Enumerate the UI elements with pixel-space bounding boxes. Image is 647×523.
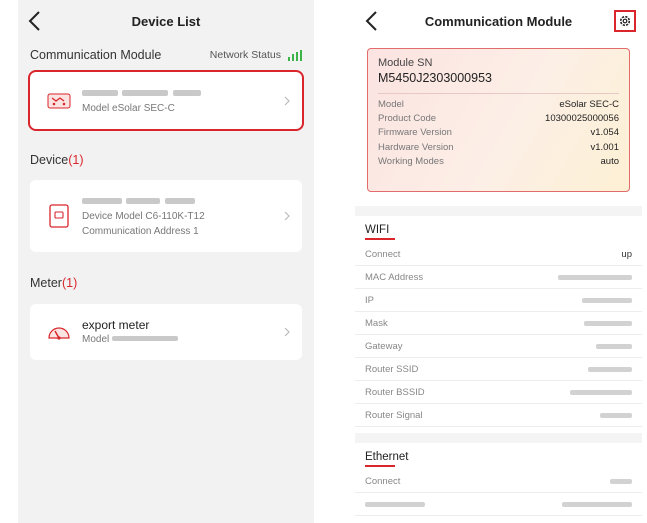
back-arrow-icon[interactable] [26,9,46,33]
comm-module-section-title: Communication Module [30,48,162,62]
module-sn-card: Module SN M5450J2303000953 Model eSolar S… [367,48,630,192]
info-row: Firmware Version v1.054 [378,127,619,139]
chevron-right-icon [284,96,290,105]
settings-button[interactable] [614,10,636,32]
device-section-header: Device(1) [18,149,314,171]
ethernet-row: Connect [355,470,642,493]
ethernet-section-title: Ethernet [355,443,642,467]
meter-model-label: Model [82,333,110,345]
back-arrow-icon[interactable] [363,9,383,33]
comm-module-card[interactable]: Model eSolar SEC-C [28,70,304,131]
network-status-label: Network Status [209,49,281,61]
device-list-screen: Device List Communication Module Network… [18,0,314,523]
device-card[interactable]: Device Model C6-110K-T12 Communication A… [30,180,302,252]
wifi-section-title: WIFI [355,216,642,240]
nav-bar: Device List [18,0,314,42]
wifi-row: Router BSSID [355,381,642,404]
info-row: Working Modes auto [378,155,619,167]
meter-model: Model [82,332,179,347]
inverter-icon [49,204,69,228]
gear-icon [619,15,631,27]
comm-module-icon [47,93,71,108]
comm-module-section-header: Communication Module Network Status [18,44,314,66]
device-model: Device Model C6-110K-T12 [82,210,205,222]
page-title: Device List [131,13,201,29]
device-comm-address: Communication Address 1 [82,225,199,237]
communication-module-screen: Communication Module Module SN M5450J230… [355,0,642,523]
wifi-row: Gateway [355,335,642,358]
comm-module-model: Model eSolar SEC-C [82,102,175,114]
comm-module-sn-blurred [82,86,201,101]
meter-name: export meter [82,317,150,332]
wifi-row: Router Signal [355,404,642,427]
meter-card[interactable]: export meter Model [30,304,302,360]
wifi-row: Router SSID [355,358,642,381]
chevron-right-icon [284,327,290,337]
ethernet-row-partial [355,493,642,516]
info-row: Product Code 10300025000056 [378,113,619,125]
device-section-title: Device [30,153,69,167]
nav-bar: Communication Module [355,0,642,42]
meter-section-header: Meter(1) [18,272,314,294]
device-sn-blurred [82,194,205,209]
wifi-row: Connect up [355,243,642,266]
device-count: (1) [68,153,84,167]
info-row: Hardware Version v1.001 [378,141,619,153]
page-title: Communication Module [424,13,573,29]
wifi-row: Mask [355,312,642,335]
meter-section-title: Meter [30,276,62,290]
section-gap [355,206,642,216]
module-sn-value: M5450J2303000953 [378,71,492,85]
chevron-right-icon [284,211,290,221]
module-sn-label: Module SN [378,57,433,69]
wifi-row: IP [355,289,642,312]
info-row: Model eSolar SEC-C [378,99,619,110]
meter-gauge-icon [48,327,70,340]
section-gap [355,433,642,443]
signal-bars-icon [286,49,302,61]
meter-count: (1) [61,276,78,290]
network-status: Network Status [210,49,302,61]
wifi-row: MAC Address [355,266,642,289]
